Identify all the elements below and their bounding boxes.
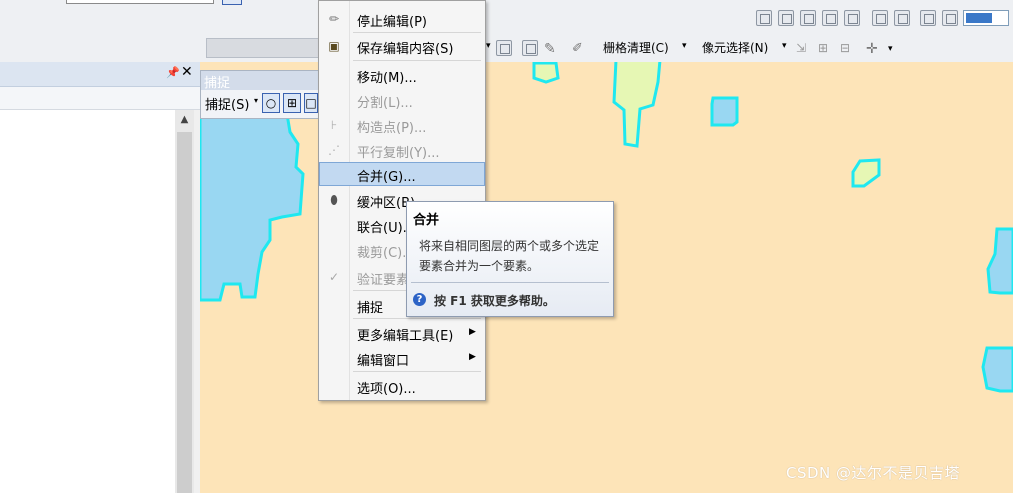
top-dropdown-button[interactable] (222, 0, 242, 5)
menu-item-move[interactable]: 移动(M)... (319, 63, 485, 87)
snapping-toolbar-title[interactable]: 捕捉 (201, 71, 321, 91)
water-polygon-small (710, 96, 739, 127)
menu-item-editing-windows[interactable]: 编辑窗口 ▶ (319, 346, 485, 370)
dropdown-arrow-icon[interactable]: ▾ (254, 96, 258, 105)
menu-item-more-editing-tools[interactable]: 更多编辑工具(E) ▶ (319, 321, 485, 345)
validate-icon: ✓ (328, 270, 340, 284)
toolbar-overflow-icon[interactable]: ▾ (888, 44, 902, 58)
vertex-snap-button[interactable]: □ (304, 93, 318, 113)
merge-tooltip: 合并 将来自相同图层的两个或多个选定要素合并为一个要素。 ? 按 F1 获取更多… (406, 201, 614, 317)
pin-icon[interactable]: 📌 (166, 66, 180, 79)
menu-separator (353, 32, 481, 33)
menu-item-stop-editing[interactable]: ✏ 停止编辑(P) (319, 7, 485, 31)
copy-parallel-icon: ⋰ (328, 143, 340, 157)
construct-points-icon: ⊦ (330, 118, 338, 132)
menu-item-merge[interactable]: 合并(G)... (319, 162, 485, 186)
endpoint-snap-button[interactable]: ⊞ (283, 93, 301, 113)
zoom-out-fixed-icon[interactable] (778, 10, 794, 26)
top-toolbar: ▾ ✎ ✐ 栅格清理(C) ▾ 像元选择(N) ▾ ⇲ ⊞ ⊟ ✛ ▾ (0, 0, 1013, 63)
scroll-up-arrow-icon[interactable]: ▲ (175, 110, 194, 130)
help-icon: ? (413, 293, 426, 306)
pixel-select-menu[interactable]: 像元选择(N) (702, 38, 768, 58)
select-connected-icon[interactable]: ⇲ (796, 41, 810, 55)
scrollbar-thumb[interactable] (177, 132, 192, 493)
vegetation-polygon-small (532, 62, 560, 84)
fixed-zoom-icon[interactable] (844, 10, 860, 26)
menu-item-save-edits[interactable]: ▣ 保存编辑内容(S) (319, 34, 485, 58)
dropdown-arrow-icon[interactable]: ▾ (782, 41, 796, 55)
watermark: CSDN @达尔不是贝吉塔 (786, 464, 961, 482)
scale-dropdown[interactable] (963, 10, 1009, 26)
vegetation-polygon-top (612, 62, 662, 148)
pan-icon[interactable] (800, 10, 816, 26)
water-polygon-left (200, 100, 305, 302)
raster-cleanup-menu[interactable]: 栅格清理(C) (603, 38, 669, 58)
remove-pixel-icon[interactable]: ⊟ (840, 41, 854, 55)
menu-separator (353, 60, 481, 61)
menu-item-options[interactable]: 选项(O)... (319, 374, 485, 398)
panel-titlebar: 📌 ✕ (0, 62, 200, 87)
submenu-arrow-icon: ▶ (469, 327, 476, 337)
scale-selected-text (966, 13, 992, 23)
tooltip-description: 将来自相同图层的两个或多个选定要素合并为一个要素。 (419, 239, 600, 273)
table-of-contents-panel: 📌 ✕ ▲ (0, 62, 200, 493)
panel-toolbar (0, 87, 200, 110)
close-icon[interactable]: ✕ (181, 64, 193, 80)
snapping-menu[interactable]: 捕捉(S) (205, 94, 249, 113)
dropdown-arrow-icon[interactable]: ▾ (682, 41, 696, 55)
raster-toolbar: ▾ ✎ ✐ 栅格清理(C) ▾ 像元选择(N) ▾ ⇲ ⊞ ⊟ ✛ ▾ (484, 38, 1013, 58)
pen-icon[interactable]: ✎ (544, 41, 558, 57)
vegetation-polygon-right (851, 158, 881, 188)
zoom-in-fixed-icon[interactable] (756, 10, 772, 26)
water-polygon-right-bottom (981, 346, 1013, 393)
point-snap-button[interactable]: ○ (262, 93, 280, 113)
erase-icon[interactable]: ✐ (572, 41, 586, 56)
submenu-arrow-icon: ▶ (469, 352, 476, 362)
line-tool-icon[interactable] (522, 40, 538, 56)
menu-separator (353, 318, 481, 319)
clear-selection-icon[interactable] (894, 10, 910, 26)
top-input-field[interactable] (66, 0, 214, 4)
snapping-toolbar: 捕捉 捕捉(S) ▾ ○ ⊞ □ (200, 70, 322, 119)
raster-tool-icon[interactable] (496, 40, 512, 56)
snapping-toolbar-title-text: 捕捉 (204, 76, 231, 91)
crosshair-icon[interactable]: ✛ (866, 41, 880, 57)
full-extent-icon[interactable] (822, 10, 838, 26)
select-features-icon[interactable] (872, 10, 888, 26)
save-icon: ▣ (328, 39, 340, 53)
menu-item-copy-parallel[interactable]: ⋰ 平行复制(Y)... (319, 138, 485, 162)
tooltip-title: 合并 (413, 213, 440, 228)
back-extent-icon[interactable] (920, 10, 936, 26)
add-pixel-icon[interactable]: ⊞ (818, 41, 832, 55)
toolbar-handle[interactable] (206, 38, 322, 58)
vertical-scrollbar[interactable]: ▲ (175, 110, 194, 493)
buffer-icon: ⬮ (330, 193, 338, 207)
menu-separator (353, 371, 481, 372)
water-polygon-right-top (986, 227, 1013, 295)
menu-item-split[interactable]: 分割(L)... (319, 88, 485, 112)
menu-item-construct-points[interactable]: ⊦ 构造点(P)... (319, 113, 485, 137)
tooltip-separator (411, 282, 609, 283)
tooltip-help-text: 按 F1 获取更多帮助。 (434, 294, 555, 308)
pencil-stop-icon: ✏ (328, 12, 340, 26)
forward-extent-icon[interactable] (942, 10, 958, 26)
